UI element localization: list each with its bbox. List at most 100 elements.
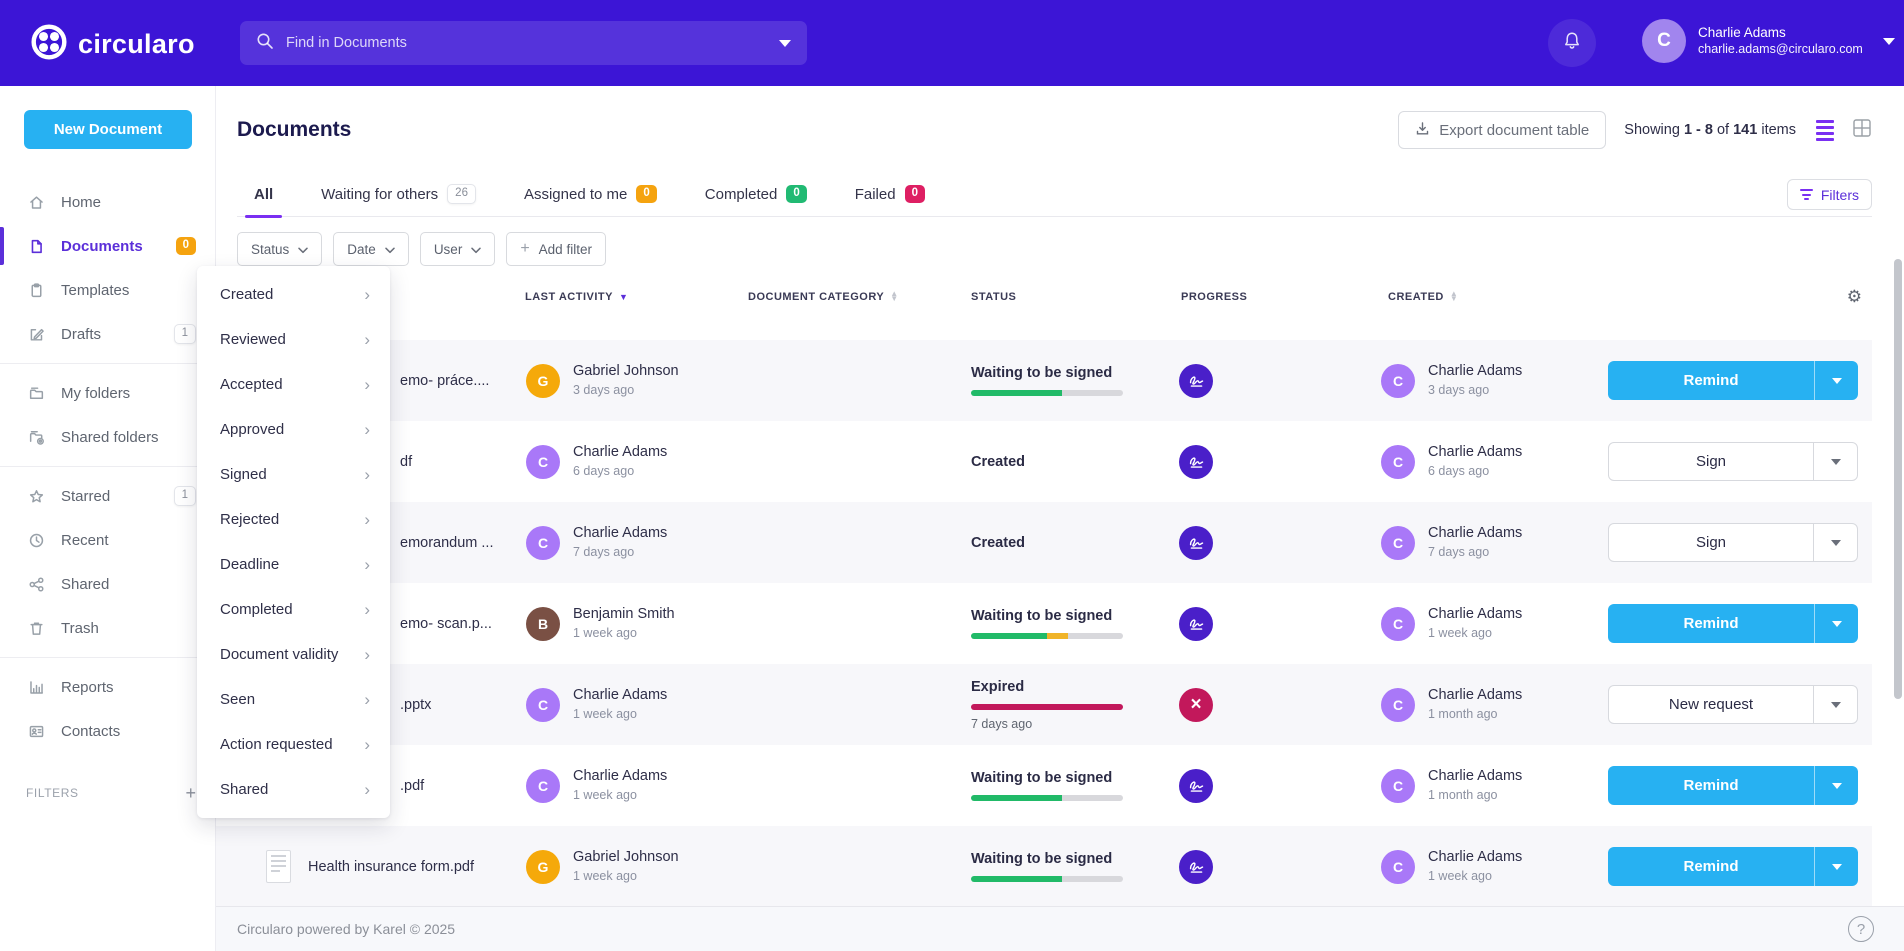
list-view-icon[interactable] <box>1816 120 1834 141</box>
action-dropdown-caret[interactable] <box>1813 686 1857 723</box>
sign-button[interactable]: Sign <box>1608 523 1858 562</box>
circularo-logo[interactable]: circularo <box>30 23 195 66</box>
signature-icon[interactable] <box>1179 526 1213 560</box>
remind-button[interactable]: Remind <box>1608 766 1858 805</box>
status-menu-item-seen[interactable]: Seen › <box>197 677 390 722</box>
status-menu-item-rejected[interactable]: Rejected › <box>197 497 390 542</box>
document-name[interactable]: emo- scan.p... <box>400 616 492 632</box>
signature-icon[interactable] <box>1179 364 1213 398</box>
column-header-last-activity[interactable]: LAST ACTIVITY▼ <box>525 291 628 303</box>
sidebar-item-starred[interactable]: Starred 1 <box>0 474 216 518</box>
document-name[interactable]: Health insurance form.pdf <box>308 859 474 875</box>
status-filter-menu: Created › Reviewed › Accepted › Approved… <box>197 266 390 818</box>
status-menu-item-deadline[interactable]: Deadline › <box>197 542 390 587</box>
sidebar-item-reports[interactable]: Reports <box>0 665 216 709</box>
action-dropdown-caret[interactable] <box>1813 443 1857 480</box>
sidebar-item-home[interactable]: Home <box>0 180 216 224</box>
export-document-table-button[interactable]: Export document table <box>1398 111 1606 149</box>
sidebar-item-my-folders[interactable]: My folders <box>0 371 216 415</box>
grid-view-icon[interactable] <box>1852 118 1872 143</box>
action-dropdown-caret[interactable] <box>1814 847 1858 886</box>
filter-chip-user[interactable]: User <box>420 232 496 266</box>
status-menu-item-completed[interactable]: Completed › <box>197 587 390 632</box>
sidebar-item-trash[interactable]: Trash <box>0 606 216 650</box>
count-badge: 26 <box>447 184 476 204</box>
sidebar-item-drafts[interactable]: Drafts 1 <box>0 312 216 356</box>
status-menu-item-action-requested[interactable]: Action requested › <box>197 722 390 767</box>
table-row[interactable]: emo- práce.... G Gabriel Johnson3 days a… <box>216 340 1872 421</box>
table-row[interactable]: .pptx C Charlie Adams1 week ago Expired … <box>216 664 1872 745</box>
signature-icon[interactable] <box>1179 607 1213 641</box>
chevron-down-icon <box>298 242 308 257</box>
created-cell: C Charlie Adams1 month ago <box>1381 664 1522 745</box>
sidebar-item-documents[interactable]: Documents 0 <box>0 224 216 268</box>
signature-icon[interactable] <box>1179 445 1213 479</box>
action-dropdown-caret[interactable] <box>1814 604 1858 643</box>
new-request-button[interactable]: New request <box>1608 685 1858 724</box>
failed-icon[interactable]: × <box>1179 688 1213 722</box>
tab-all[interactable]: All <box>237 172 290 217</box>
table-row[interactable]: Health insurance form.pdf G Gabriel John… <box>216 826 1872 907</box>
notifications-button[interactable] <box>1548 19 1596 67</box>
chevron-right-icon: › <box>364 510 370 530</box>
contacts-icon <box>28 723 45 740</box>
tab-failed[interactable]: Failed 0 <box>838 172 942 217</box>
vertical-scrollbar[interactable] <box>1894 259 1902 699</box>
table-settings-gear-icon[interactable]: ⚙ <box>1847 287 1862 307</box>
tab-completed[interactable]: Completed 0 <box>688 172 824 217</box>
document-name[interactable]: emorandum ... <box>400 535 494 551</box>
document-name[interactable]: .pdf <box>400 778 424 794</box>
shared-icon <box>28 576 45 593</box>
filter-chip-status[interactable]: Status <box>237 232 322 266</box>
trash-icon <box>28 620 45 637</box>
tab-assigned-to-me[interactable]: Assigned to me 0 <box>507 172 674 217</box>
table-row[interactable]: .pdf C Charlie Adams1 week ago Waiting t… <box>216 745 1872 826</box>
global-search[interactable] <box>240 21 807 65</box>
signature-icon[interactable] <box>1179 769 1213 803</box>
tab-waiting-for-others[interactable]: Waiting for others 26 <box>304 172 493 217</box>
status-menu-item-reviewed[interactable]: Reviewed › <box>197 317 390 362</box>
remind-button[interactable]: Remind <box>1608 847 1858 886</box>
search-input[interactable] <box>286 35 767 51</box>
table-header: ⚙ LAST ACTIVITY▼ DOCUMENT CATEGORY▲▼ STATU… <box>237 283 1872 317</box>
user-menu[interactable]: C Charlie Adams charlie.adams@circularo.… <box>1642 19 1895 63</box>
column-header-status[interactable]: STATUS <box>971 291 1016 303</box>
signature-icon[interactable] <box>1179 850 1213 884</box>
column-header-created[interactable]: CREATED▲▼ <box>1388 291 1458 303</box>
filter-chip-add-filter[interactable]: + Add filter <box>506 232 606 266</box>
sidebar-item-templates[interactable]: Templates <box>0 268 216 312</box>
document-name[interactable]: .pptx <box>400 697 431 713</box>
status-menu-item-signed[interactable]: Signed › <box>197 452 390 497</box>
status-menu-item-created[interactable]: Created › <box>197 272 390 317</box>
table-row[interactable]: emorandum ... C Charlie Adams7 days ago … <box>216 502 1872 583</box>
filters-button[interactable]: Filters <box>1787 179 1872 210</box>
column-header-document-category[interactable]: DOCUMENT CATEGORY▲▼ <box>748 291 899 303</box>
column-header-progress[interactable]: PROGRESS <box>1181 291 1247 303</box>
count-badge: 1 <box>174 324 196 344</box>
action-dropdown-caret[interactable] <box>1813 524 1857 561</box>
table-row[interactable]: emo- scan.p... B Benjamin Smith1 week ag… <box>216 583 1872 664</box>
add-filter-icon[interactable]: + <box>185 783 196 804</box>
filter-chip-date[interactable]: Date <box>333 232 409 266</box>
status-menu-item-shared[interactable]: Shared › <box>197 767 390 812</box>
status-menu-item-approved[interactable]: Approved › <box>197 407 390 452</box>
status-cell: Waiting to be signed <box>971 583 1146 664</box>
table-row[interactable]: df C Charlie Adams6 days ago Created C C… <box>216 421 1872 502</box>
document-name[interactable]: df <box>400 454 412 470</box>
status-menu-item-document-validity[interactable]: Document validity › <box>197 632 390 677</box>
remind-button[interactable]: Remind <box>1608 604 1858 643</box>
templates-icon <box>28 282 45 299</box>
document-name[interactable]: emo- práce.... <box>400 373 489 389</box>
sidebar-item-contacts[interactable]: Contacts <box>0 709 216 753</box>
sidebar-item-shared-folders[interactable]: Shared folders <box>0 415 216 459</box>
sidebar-item-recent[interactable]: Recent <box>0 518 216 562</box>
new-document-button[interactable]: New Document <box>24 110 192 149</box>
action-dropdown-caret[interactable] <box>1814 766 1858 805</box>
status-menu-item-accepted[interactable]: Accepted › <box>197 362 390 407</box>
action-dropdown-caret[interactable] <box>1814 361 1858 400</box>
sign-button[interactable]: Sign <box>1608 442 1858 481</box>
help-button[interactable]: ? <box>1848 916 1874 942</box>
search-scope-caret-icon[interactable] <box>779 40 791 47</box>
sidebar-item-shared[interactable]: Shared <box>0 562 216 606</box>
remind-button[interactable]: Remind <box>1608 361 1858 400</box>
